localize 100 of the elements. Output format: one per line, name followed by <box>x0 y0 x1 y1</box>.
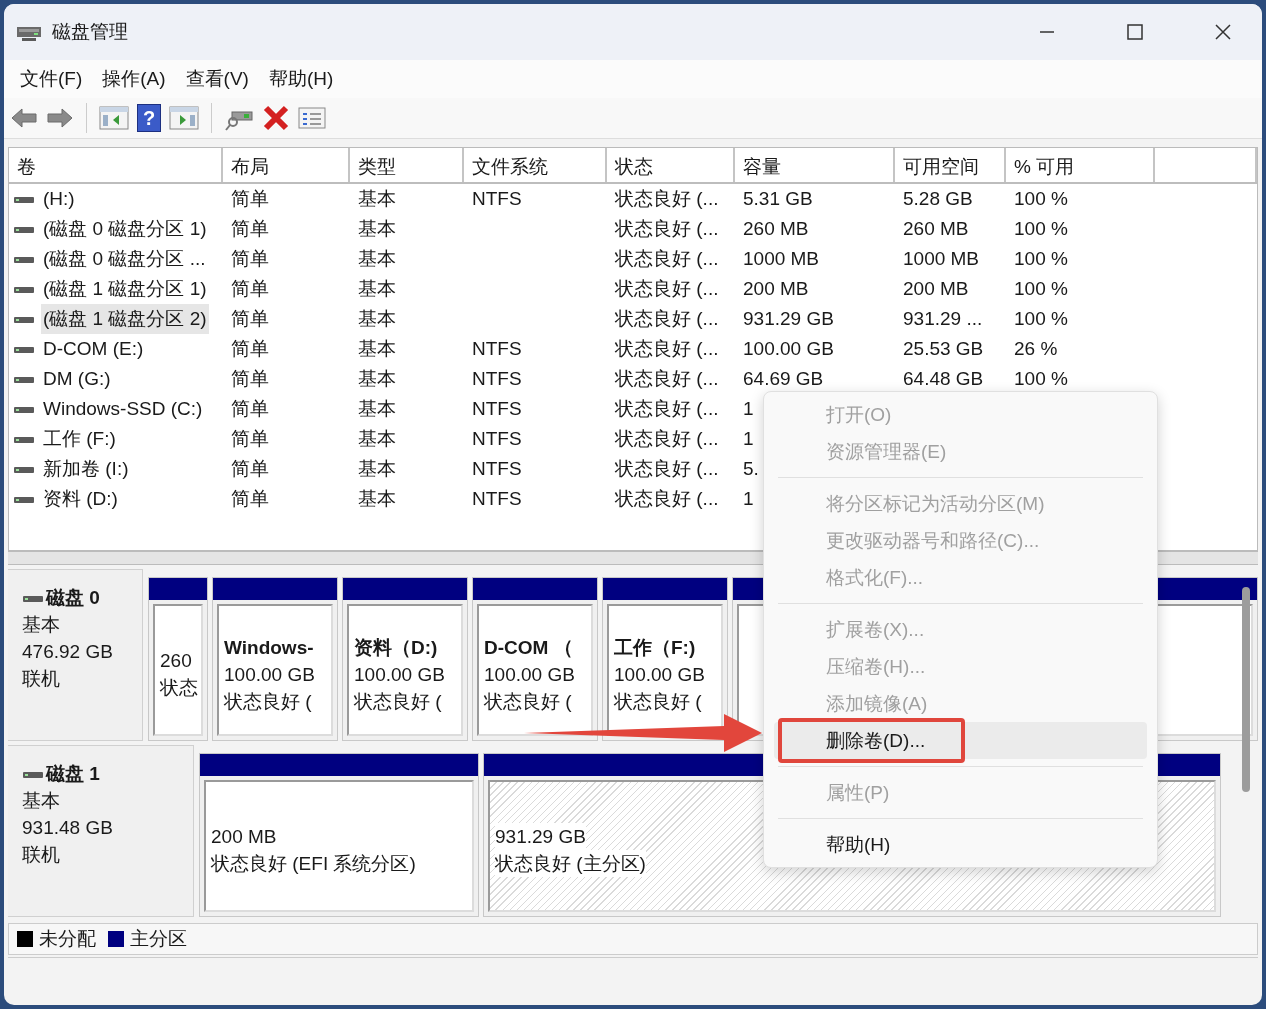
column-header[interactable]: 状态 <box>607 148 735 182</box>
table-cell: 100 % <box>1014 248 1068 269</box>
disk-status: 联机 <box>22 843 61 867</box>
column-header[interactable]: 类型 <box>350 148 464 182</box>
table-cell: 100 % <box>1014 218 1068 239</box>
maximize-button[interactable] <box>1126 23 1144 41</box>
window-title: 磁盘管理 <box>52 20 129 44</box>
volume-name[interactable]: DM (G:) <box>41 364 113 394</box>
column-header[interactable]: 容量 <box>735 148 895 182</box>
partition-status: 状态良好 (EFI 系统分区) <box>211 852 416 876</box>
table-cell: NTFS <box>472 428 522 449</box>
context-menu-item[interactable]: 帮助(H) <box>774 826 1147 863</box>
table-cell: 25.53 GB <box>903 338 984 359</box>
table-cell: 5. <box>743 458 759 479</box>
column-header[interactable]: 卷 <box>9 148 223 182</box>
delete-icon[interactable] <box>262 104 290 132</box>
column-header[interactable]: 文件系统 <box>464 148 607 182</box>
action-pane-icon[interactable] <box>169 104 199 132</box>
disk-size: 476.92 GB <box>22 640 114 664</box>
partition-label: Windows- <box>224 635 314 660</box>
legend-label: 未分配 <box>39 927 96 951</box>
partition-size: 100.00 GB <box>614 662 705 687</box>
volume-name[interactable]: (磁盘 1 磁盘分区 2) <box>41 304 209 334</box>
partition-block[interactable]: D-COM （ 100.00 GB 状态良好 ( <box>477 604 593 736</box>
table-cell: 简单 <box>231 248 269 269</box>
disk-size: 931.48 GB <box>22 816 114 840</box>
volume-name[interactable]: (H:) <box>41 184 77 214</box>
table-cell: 1000 MB <box>743 248 820 269</box>
table-cell: 基本 <box>358 458 396 479</box>
table-cell: NTFS <box>472 338 522 359</box>
table-cell: 1000 MB <box>903 248 980 269</box>
table-cell: 64.48 GB <box>903 368 984 389</box>
column-header[interactable]: % 可用 <box>1006 148 1155 182</box>
table-cell: 64.69 GB <box>743 368 824 389</box>
volume-name[interactable]: 资料 (D:) <box>41 484 120 514</box>
menu-item[interactable]: 查看(V) <box>175 62 259 96</box>
table-cell: 状态良好 (... <box>615 278 719 299</box>
table-cell: 基本 <box>358 248 396 269</box>
disk-type: 基本 <box>22 789 61 813</box>
table-cell: NTFS <box>472 188 522 209</box>
table-cell: NTFS <box>472 368 522 389</box>
table-cell: 基本 <box>358 428 396 449</box>
legend-label: 主分区 <box>130 927 187 951</box>
table-cell: 状态良好 (... <box>615 218 719 239</box>
table-cell: 1 <box>743 488 754 509</box>
table-cell: 26 % <box>1014 338 1058 359</box>
volume-name[interactable]: (磁盘 0 磁盘分区 1) <box>41 214 209 244</box>
table-cell: 简单 <box>231 278 269 299</box>
table-cell: 简单 <box>231 218 269 239</box>
table-cell: 260 MB <box>903 218 969 239</box>
table-cell: 简单 <box>231 398 269 419</box>
table-cell: 基本 <box>358 308 396 329</box>
table-cell: 5.28 GB <box>903 188 973 209</box>
table-cell: 简单 <box>231 188 269 209</box>
table-cell: 基本 <box>358 488 396 509</box>
table-cell: 100 % <box>1014 278 1068 299</box>
close-button[interactable] <box>1214 23 1232 41</box>
table-cell: 状态良好 (... <box>615 308 719 329</box>
table-cell: 100.00 GB <box>743 338 834 359</box>
table-cell: 基本 <box>358 278 396 299</box>
volume-name[interactable]: 新加卷 (I:) <box>41 454 131 484</box>
volume-name[interactable]: D-COM (E:) <box>41 334 146 364</box>
table-cell: 100 % <box>1014 308 1068 329</box>
partition-status: 状态良好 ( <box>484 689 572 714</box>
table-cell: 简单 <box>231 428 269 449</box>
volume-name[interactable]: (磁盘 0 磁盘分区 ... <box>41 244 208 274</box>
partition-status: 状态良好 ( <box>224 689 312 714</box>
partition-label: 工作（F:) <box>614 635 696 660</box>
volume-name[interactable]: Windows-SSD (C:) <box>41 394 205 424</box>
partition-label: D-COM （ <box>484 635 573 660</box>
column-header[interactable]: 布局 <box>223 148 350 182</box>
partition-size: 100.00 GB <box>354 662 445 687</box>
partition-block[interactable]: 资料（D:) 100.00 GB 状态良好 ( <box>347 604 463 736</box>
partition-block[interactable]: Windows- 100.00 GB 状态良好 ( <box>217 604 333 736</box>
menu-item[interactable]: 帮助(H) <box>258 62 344 96</box>
console-tree-icon[interactable] <box>99 104 129 132</box>
menu-item[interactable]: 文件(F) <box>10 62 93 96</box>
partition-block[interactable]: 200 MB 状态良好 (EFI 系统分区) <box>204 780 474 912</box>
disk-status: 联机 <box>22 667 61 691</box>
properties-icon[interactable] <box>298 104 326 132</box>
table-cell: 100 % <box>1014 188 1068 209</box>
column-header[interactable]: 可用空间 <box>895 148 1006 182</box>
volume-name[interactable]: 工作 (F:) <box>41 424 118 454</box>
table-cell: 简单 <box>231 308 269 329</box>
table-cell: 基本 <box>358 218 396 239</box>
disk-name: 磁盘 0 <box>46 586 100 610</box>
table-cell: 状态良好 (... <box>615 458 719 479</box>
partition-size: 100.00 GB <box>224 662 315 687</box>
table-cell: 931.29 GB <box>743 308 834 329</box>
scrollbar-thumb[interactable] <box>1242 587 1250 792</box>
volume-name[interactable]: (磁盘 1 磁盘分区 1) <box>41 274 209 304</box>
table-cell: 状态良好 (... <box>615 248 719 269</box>
table-cell: 状态良好 (... <box>615 398 719 419</box>
table-cell: 1 <box>743 428 754 449</box>
menu-item[interactable]: 操作(A) <box>92 62 176 96</box>
table-cell: 状态良好 (... <box>615 338 719 359</box>
partition-block[interactable]: 260 状态 <box>153 604 203 736</box>
table-cell: 简单 <box>231 338 269 359</box>
help-icon[interactable]: ? <box>137 104 161 132</box>
table-cell: 状态良好 (... <box>615 488 719 509</box>
